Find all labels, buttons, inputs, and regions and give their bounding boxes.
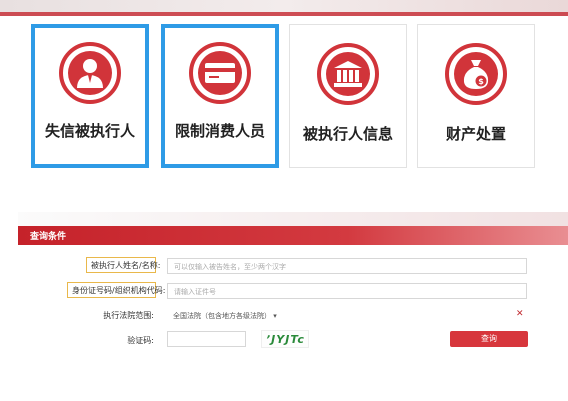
panel-top-shade — [18, 212, 568, 226]
banner-strip — [0, 12, 568, 16]
card-asset-disposal[interactable]: $ 财产处置 — [417, 24, 535, 168]
credit-card-icon — [189, 42, 251, 104]
id-label: 身份证号码/组织机构代码: — [67, 282, 165, 298]
card-debtor-info[interactable]: 被执行人信息 — [289, 24, 407, 168]
card-dishonest-debtor[interactable]: 失信被执行人 — [31, 24, 149, 168]
name-label: 被执行人姓名/名称: — [86, 257, 160, 273]
captcha-label: 验证码: — [127, 336, 154, 345]
card-label: 限制消费人员 — [174, 122, 265, 140]
court-select-value: 全国法院（包含地方各级法院） — [173, 312, 271, 320]
panel-header: 查询条件 — [18, 226, 568, 245]
card-label: 被执行人信息 — [302, 125, 393, 143]
person-icon — [59, 42, 121, 104]
card-label: 失信被执行人 — [44, 122, 135, 140]
query-button[interactable]: 查询 — [450, 331, 528, 347]
money-bag-icon: $ — [445, 43, 507, 105]
captcha-input[interactable] — [167, 331, 246, 347]
chevron-down-icon: ▾ — [273, 312, 277, 320]
close-icon[interactable]: ✕ — [516, 309, 524, 319]
name-input[interactable]: 可以仅输入被告姓名，至少两个汉字 — [167, 258, 527, 274]
court-label: 执行法院范围: — [103, 311, 154, 320]
id-input[interactable]: 请输入证件号 — [167, 283, 527, 299]
captcha-text: ʼJYJTc — [266, 333, 305, 346]
top-banner — [0, 0, 568, 16]
court-select[interactable]: 全国法院（包含地方各级法院） ▾ — [173, 311, 277, 321]
svg-text:$: $ — [478, 77, 484, 86]
captcha-image[interactable]: ʼJYJTc — [261, 330, 309, 348]
panel-title: 查询条件 — [30, 232, 67, 242]
card-label: 财产处置 — [445, 125, 506, 143]
card-consumption-restricted[interactable]: 限制消费人员 — [161, 24, 279, 168]
courthouse-icon — [317, 43, 379, 105]
category-cards: 失信被执行人 限制消费人员 被执行人信息 $ 财产处置 — [31, 24, 541, 172]
